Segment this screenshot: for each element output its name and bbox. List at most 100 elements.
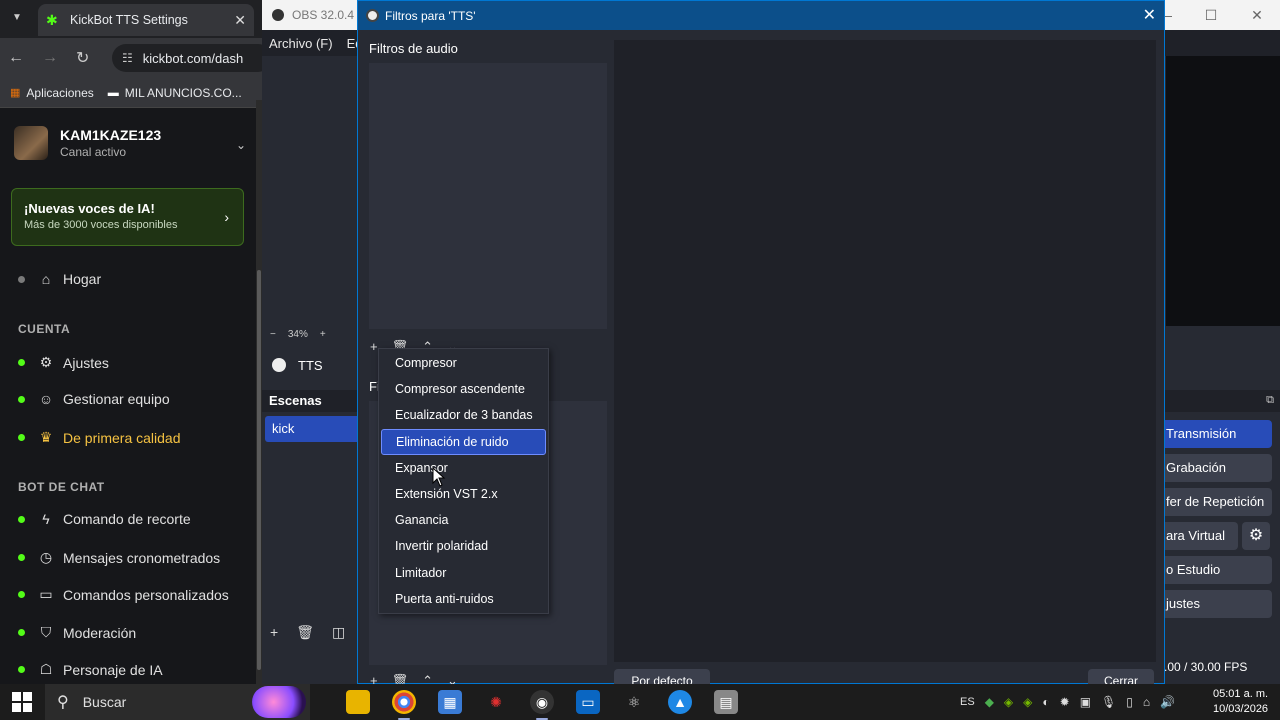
close-icon[interactable]: ✕ — [1234, 0, 1280, 30]
nav-custom-commands[interactable]: ▭ Comandos personalizados — [18, 586, 229, 603]
app-icon[interactable]: ▲ — [668, 690, 692, 714]
controls-dock: ⧉ Transmisión Grabación fer de Repetició… — [1162, 390, 1280, 684]
app-icon[interactable]: ✺ — [484, 690, 508, 714]
nav-ai-character[interactable]: ☖ Personaje de IA — [18, 661, 163, 678]
tray-app-icon[interactable]: ✹ — [1060, 695, 1070, 709]
lightning-icon: ϟ — [42, 511, 50, 527]
milanuncios-icon: ▬ — [107, 86, 119, 99]
home-icon: ⌂ — [41, 271, 51, 287]
add-icon[interactable]: + — [370, 339, 378, 355]
nav-clip-command[interactable]: ϟ Comando de recorte — [18, 511, 191, 527]
browser-navbar: ← → ↻ ☷ kickbot.com/dash — [0, 38, 272, 78]
nav-settings[interactable]: ⚙ Ajustes — [18, 354, 109, 371]
taskbar-search[interactable]: ⚲ Buscar — [45, 684, 310, 720]
app-icon[interactable]: ⚛ — [622, 690, 646, 714]
bookmark-milanuncios[interactable]: ▬ MIL ANUNCIOS.CO... — [108, 86, 242, 100]
nvidia-icon[interactable]: ◈ — [1004, 695, 1013, 709]
channel-status: Canal activo — [60, 145, 127, 159]
microphone-icon[interactable]: 🎙 — [1101, 695, 1116, 709]
settings-button[interactable]: justes — [1162, 590, 1272, 618]
menu-item-noise-gate[interactable]: Puerta anti-ruidos — [381, 586, 546, 612]
username: KAM1KAZE123 — [60, 127, 162, 143]
menu-item-upward-compressor[interactable]: Compresor ascendente — [381, 376, 546, 402]
app-icon[interactable]: ▤ — [714, 690, 738, 714]
menu-item-invert-polarity[interactable]: Invertir polaridad — [381, 533, 546, 559]
add-filter-menu: Compresor Compresor ascendente Ecualizad… — [378, 348, 549, 614]
battery-icon[interactable]: ▯ — [1126, 695, 1133, 709]
undock-icon[interactable]: ⧉ — [1266, 394, 1274, 407]
address-bar[interactable]: ☷ kickbot.com/dash — [112, 44, 272, 72]
site-settings-icon[interactable]: ☷ — [122, 51, 133, 65]
nav-label: Hogar — [63, 271, 102, 287]
menu-item-limiter[interactable]: Limitador — [381, 560, 546, 586]
reload-icon[interactable]: ↻ — [76, 48, 89, 68]
nav-team[interactable]: ☺ Gestionar equipo — [18, 391, 170, 407]
nvidia-icon[interactable]: ◈ — [1023, 695, 1032, 709]
globe-icon — [272, 358, 286, 372]
tab-title: KickBot TTS Settings — [70, 13, 188, 27]
chrome-icon[interactable] — [392, 690, 416, 720]
menu-file[interactable]: Archivo (F) — [269, 36, 333, 51]
browser-tabbar: ▼ ✱ KickBot TTS Settings ✕ — [0, 0, 262, 38]
tray-app-icon[interactable]: ◆ — [985, 695, 994, 709]
bookmark-label: Aplicaciones — [26, 85, 94, 100]
tray-app-icon[interactable]: ◐ — [1042, 695, 1049, 709]
network-icon[interactable]: ⌂ — [1143, 695, 1150, 709]
tab-close-icon[interactable]: ✕ — [234, 12, 246, 29]
gear-icon[interactable]: ⚙ — [1242, 522, 1270, 550]
status-dot — [18, 359, 25, 366]
browser-tab[interactable]: ✱ KickBot TTS Settings ✕ — [38, 4, 254, 36]
nav-home[interactable]: ⌂ Hogar — [18, 271, 101, 287]
back-icon[interactable]: ← — [8, 49, 24, 67]
file-explorer-icon[interactable] — [346, 690, 370, 714]
menu-item-3band-eq[interactable]: Ecualizador de 3 bandas — [381, 402, 546, 428]
audio-filters-list[interactable] — [369, 63, 607, 329]
nav-label: Comandos personalizados — [63, 586, 229, 603]
add-icon[interactable]: + — [270, 624, 278, 641]
windows-start-icon[interactable] — [12, 692, 32, 712]
status-dot — [18, 666, 25, 673]
chevron-down-icon[interactable]: ⌄ — [236, 138, 246, 152]
zoom-out-icon[interactable]: − — [270, 329, 276, 340]
promo-banner[interactable]: ¡Nuevas voces de IA! Más de 3000 voces d… — [11, 188, 244, 246]
volume-icon[interactable]: 🔊 — [1160, 695, 1175, 709]
tray-app-icon[interactable]: ▣ — [1080, 695, 1091, 709]
forward-icon[interactable]: → — [42, 49, 58, 67]
zoom-in-icon[interactable]: + — [320, 329, 326, 340]
scrollbar-thumb[interactable] — [257, 270, 261, 670]
source-row[interactable]: TTS — [262, 346, 362, 384]
calculator-icon[interactable]: ▦ — [438, 690, 462, 714]
start-recording-button[interactable]: Grabación — [1162, 454, 1272, 482]
language-indicator[interactable]: ES — [960, 696, 975, 708]
menu-item-vst-plugin[interactable]: Extensión VST 2.x — [381, 481, 546, 507]
menu-item-compressor[interactable]: Compresor — [381, 350, 546, 376]
nav-timed-messages[interactable]: ◷ Mensajes cronometrados — [18, 549, 220, 566]
filter-icon[interactable]: ◫ — [332, 624, 345, 641]
nav-moderation[interactable]: ⛉ Moderación — [18, 624, 136, 641]
window-app-icon[interactable]: ▭ — [576, 690, 600, 714]
tab-search-icon[interactable]: ▼ — [12, 12, 22, 23]
start-streaming-button[interactable]: Transmisión — [1162, 420, 1272, 448]
virtual-camera-button[interactable]: ara Virtual — [1162, 522, 1238, 550]
section-chatbot: BOT DE CHAT — [18, 480, 105, 494]
studio-mode-button[interactable]: o Estudio — [1162, 556, 1272, 584]
kickbot-favicon-icon: ✱ — [46, 12, 58, 28]
scene-item[interactable]: kick — [265, 416, 362, 442]
nav-label: Mensajes cronometrados — [63, 549, 221, 566]
bookmark-apps[interactable]: ▦ Aplicaciones — [10, 86, 94, 100]
close-icon[interactable]: ✕ — [1143, 5, 1156, 25]
nav-premium[interactable]: ♛ De primera calidad — [18, 429, 181, 446]
replay-buffer-button[interactable]: fer de Repetición — [1162, 488, 1272, 516]
menu-item-gain[interactable]: Ganancia — [381, 507, 546, 533]
menu-item-noise-suppression[interactable]: Eliminación de ruido — [381, 428, 546, 455]
trash-icon[interactable]: 🗑 — [296, 624, 314, 641]
fps-readout: .00 / 30.00 FPS — [1164, 660, 1248, 674]
menu-item-expander[interactable]: Expansor — [381, 455, 546, 481]
user-card[interactable]: KAM1KAZE123 Canal activo — [14, 126, 161, 160]
nav-label: Ajustes — [63, 354, 109, 371]
maximize-icon[interactable]: ☐ — [1188, 0, 1234, 30]
system-clock[interactable]: 05:01 a. m. 10/03/2026 — [1213, 687, 1268, 717]
windows-taskbar: ⚲ Buscar ▦ ✺ ◉ ▭ ⚛ ▲ ▤ ES ◆ ◈ ◈ ◐ ✹ ▣ 🎙 … — [0, 684, 1280, 720]
obs-taskbar-icon[interactable]: ◉ — [530, 690, 554, 720]
audio-filters-label: Filtros de audio — [369, 41, 458, 56]
